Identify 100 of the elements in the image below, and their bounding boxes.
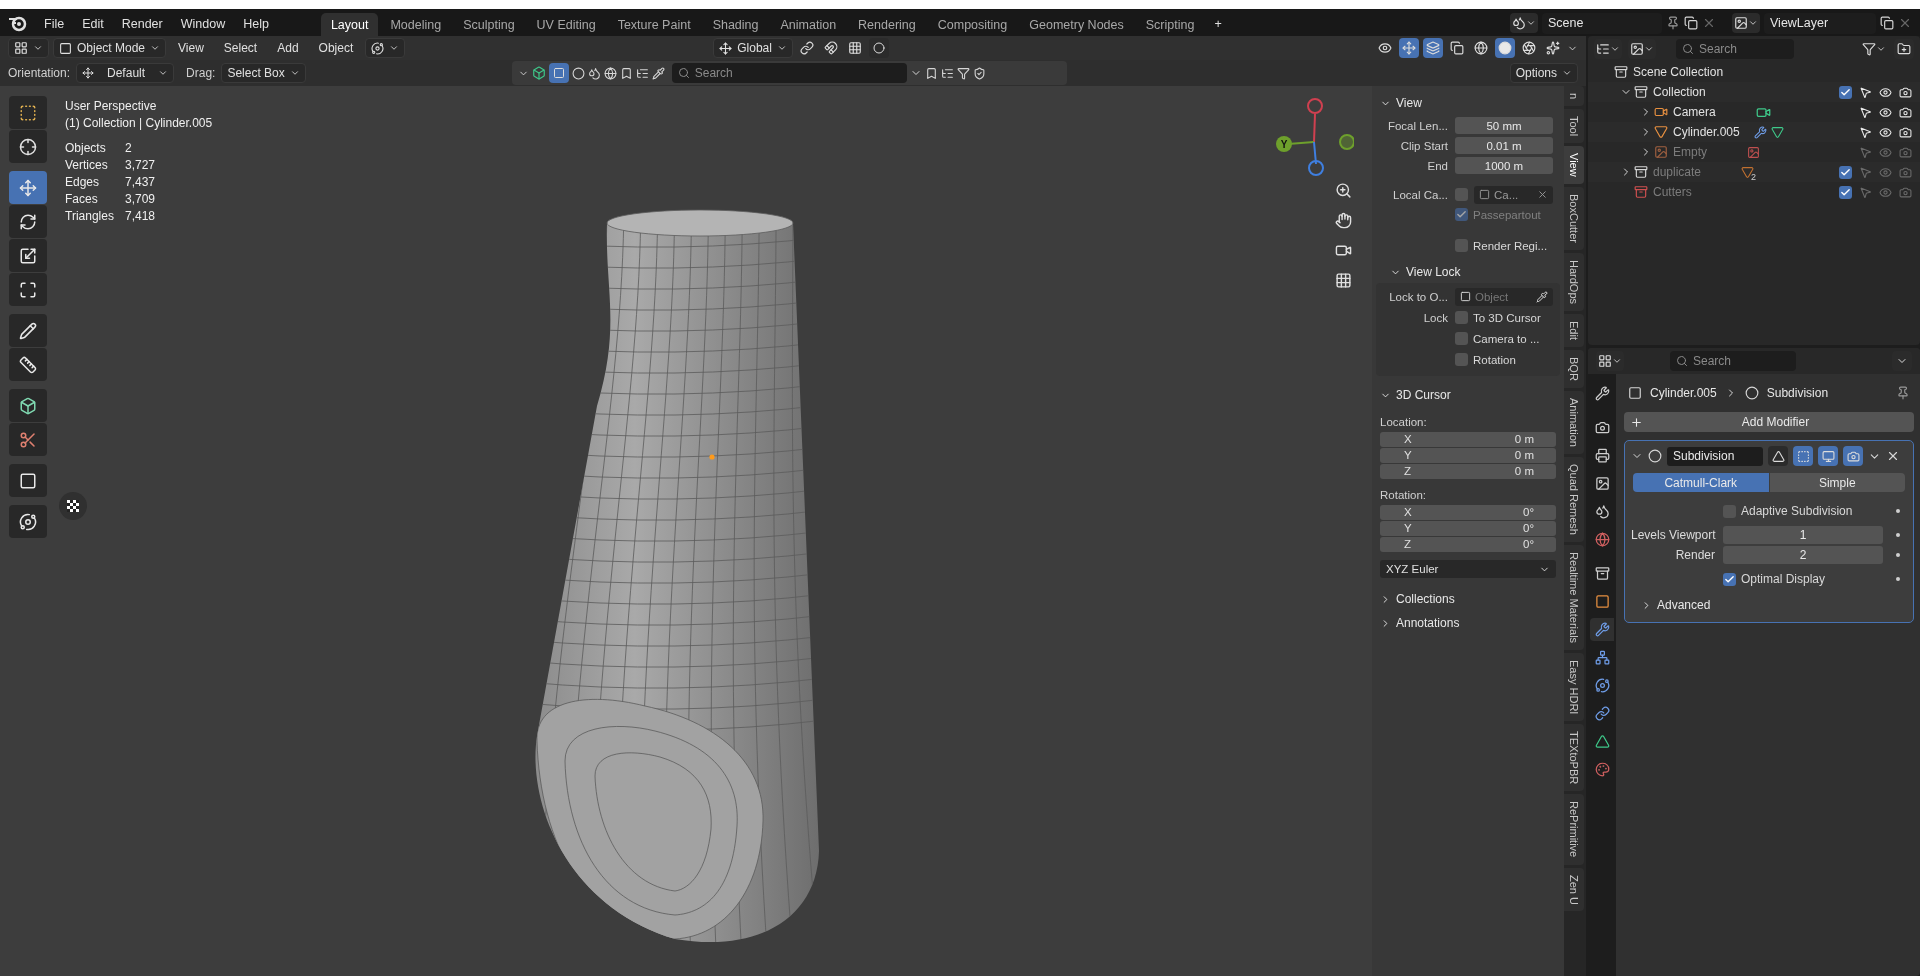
segment-button[interactable]: Simple — [1769, 473, 1905, 492]
orientation-label: Orientation: — [8, 66, 71, 80]
menu-item[interactable]: View — [170, 38, 212, 58]
workspace-tab[interactable]: Rendering — [848, 13, 926, 36]
outliner-item[interactable]: Camera — [1673, 105, 1716, 119]
outliner-item[interactable]: Empty — [1673, 145, 1707, 159]
sidebar-tab[interactable]: Edit — [1564, 313, 1584, 347]
number-field[interactable]: 1000 m — [1455, 157, 1553, 174]
menu-item[interactable]: Object — [310, 38, 362, 58]
workspace-tab[interactable]: Geometry Nodes — [1019, 13, 1134, 36]
workspace-tab[interactable]: UV Editing — [526, 13, 606, 36]
modifier-name-field[interactable]: Subdivision — [1667, 446, 1763, 466]
scene-field[interactable]: Scene — [1542, 12, 1662, 34]
number-field[interactable]: Y 0 m — [1380, 448, 1556, 463]
sidebar-tab[interactable]: RePrimitive — [1564, 794, 1584, 865]
sidebar-tab[interactable]: BoxCutter — [1564, 186, 1584, 250]
drag-dropdown[interactable]: Select Box — [221, 63, 306, 83]
checkbox-label: Adaptive Subdivision — [1723, 504, 1883, 518]
checkbox-label: Camera to ... — [1455, 332, 1553, 345]
mode-dropdown[interactable]: Object Mode — [53, 38, 167, 58]
view-layer-field[interactable]: ViewLayer — [1764, 12, 1876, 34]
number-field[interactable]: 0.01 m — [1455, 137, 1553, 154]
field-label: Focal Len... — [1386, 119, 1448, 132]
sidebar-tab[interactable]: Realtime Materials — [1564, 544, 1584, 650]
navigation-gizmo[interactable]: Y — [1274, 92, 1354, 178]
stat-value: 7,437 — [125, 174, 156, 190]
add-modifier-button[interactable]: Add Modifier — [1624, 412, 1914, 432]
object-field[interactable]: Ca... — [1474, 185, 1553, 204]
stat-label: Vertices — [65, 157, 109, 173]
segment-button[interactable]: Catmull-Clark — [1633, 473, 1769, 492]
checkbox-label: Passepartout — [1455, 208, 1553, 221]
workspace-tab[interactable]: Shading — [702, 13, 769, 36]
workspace-tab[interactable]: Scripting — [1135, 13, 1205, 36]
outliner-item[interactable]: Scene Collection — [1633, 65, 1724, 79]
menu-item[interactable]: Select — [215, 38, 266, 58]
menu-item[interactable]: Add — [269, 38, 307, 58]
panel-header[interactable]: Collections — [1376, 588, 1560, 610]
outliner-item[interactable]: Cutters — [1653, 185, 1692, 199]
checkbox-label: Optimal Display — [1723, 572, 1883, 586]
number-field[interactable]: 2 — [1723, 546, 1883, 564]
menu-item[interactable]: Edit — [74, 12, 112, 36]
sidebar-tab[interactable]: Animation — [1564, 390, 1584, 454]
field-label: End — [1426, 159, 1448, 172]
number-field[interactable]: 1 — [1723, 526, 1883, 544]
panel-header[interactable]: Annotations — [1376, 612, 1560, 634]
panel-header[interactable]: View — [1376, 92, 1560, 114]
sidebar-tab[interactable]: Tool — [1564, 109, 1584, 144]
field-label: Levels Viewport — [1631, 528, 1715, 542]
sidebar-tab[interactable]: n — [1564, 86, 1584, 107]
stat-label: Triangles — [65, 208, 115, 224]
number-field[interactable]: Y 0° — [1380, 521, 1556, 536]
orientation-dropdown[interactable]: Global — [713, 38, 793, 58]
panel-header[interactable]: View Lock — [1376, 261, 1560, 283]
sidebar-tab[interactable]: Easy HDRI — [1564, 652, 1584, 722]
stat-value: 3,709 — [125, 191, 156, 207]
search-field[interactable]: Search — [1670, 351, 1796, 371]
workspace-tab[interactable]: Modeling — [380, 13, 452, 36]
sidebar-tab[interactable]: TEXtoPBR — [1564, 724, 1584, 792]
field-label: Local Ca... — [1392, 188, 1448, 201]
section-label: Location: — [1380, 416, 1428, 428]
breadcrumb-modifier: Subdivision — [1766, 386, 1829, 400]
add-workspace-button[interactable]: + — [1206, 12, 1230, 36]
checkbox-label: Rotation — [1455, 353, 1553, 366]
number-field[interactable]: Z 0 m — [1380, 464, 1556, 479]
menu-item[interactable]: Render — [113, 12, 171, 36]
context-text: (1) Collection | Cylinder.005 — [65, 115, 214, 132]
stat-label: Edges — [65, 174, 101, 190]
number-field[interactable]: X 0 m — [1380, 432, 1556, 447]
stat-value: 3,727 — [125, 157, 156, 173]
outliner-item[interactable]: Collection — [1653, 85, 1706, 99]
field-label: Clip Start — [1399, 139, 1448, 152]
stat-value: 7,418 — [125, 208, 156, 224]
menu-item[interactable]: File — [36, 12, 73, 36]
number-field[interactable]: 50 mm — [1455, 117, 1553, 134]
stat-value: 2 — [125, 140, 133, 156]
number-field[interactable]: Z 0° — [1380, 537, 1556, 552]
options-dropdown[interactable]: Options — [1509, 63, 1578, 83]
sidebar-tab[interactable]: BQR — [1564, 349, 1584, 388]
workspace-tab[interactable]: Animation — [770, 13, 847, 36]
sidebar-tab[interactable]: View — [1564, 146, 1584, 184]
menu-item[interactable]: Window — [172, 12, 234, 36]
sidebar-tab[interactable]: HardOps — [1564, 252, 1584, 311]
subpanel-header[interactable]: Advanced — [1631, 594, 1905, 616]
workspace-tab[interactable]: Layout — [320, 13, 379, 36]
outliner-item[interactable]: Cylinder.005 — [1673, 125, 1740, 139]
search-field[interactable]: Search — [671, 63, 907, 83]
menu-item[interactable]: Help — [235, 12, 277, 36]
workspace-tab[interactable]: Sculpting — [453, 13, 525, 36]
count-label: 2 — [1751, 172, 1757, 182]
search-field[interactable]: Search — [1676, 39, 1794, 59]
sidebar-tab[interactable]: Zen U — [1564, 867, 1584, 912]
view-name: User Perspective — [65, 98, 158, 115]
orientation-dropdown[interactable]: Default — [76, 63, 175, 83]
rotation-mode-dropdown[interactable]: XYZ Euler — [1380, 560, 1556, 578]
workspace-tab[interactable]: Compositing — [927, 13, 1018, 36]
sidebar-tab[interactable]: Quad Remesh — [1564, 456, 1584, 542]
workspace-tab[interactable]: Texture Paint — [607, 13, 701, 36]
panel-header[interactable]: 3D Cursor — [1376, 384, 1560, 406]
field-label: Lock to O... — [1388, 290, 1448, 303]
number-field[interactable]: X 0° — [1380, 505, 1556, 520]
